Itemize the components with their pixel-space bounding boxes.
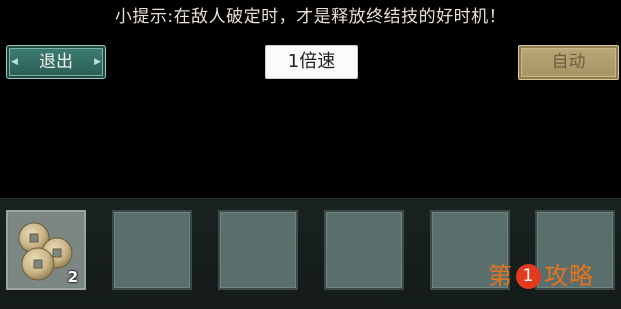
auto-button-label: 自动: [551, 52, 586, 72]
watermark-logo: 第 1 攻略: [488, 258, 594, 294]
exit-button[interactable]: ◀ 退出 ▶: [6, 45, 106, 79]
right-arrow-icon: ▶: [94, 57, 101, 67]
hint-text: 小提示:在敌人破定时，才是释放终结技的好时机！: [114, 7, 507, 27]
left-arrow-icon: ◀: [11, 57, 18, 67]
auto-button[interactable]: 自动: [518, 45, 619, 80]
speed-button-label: 1倍速: [287, 51, 336, 72]
item-slot-3[interactable]: [218, 210, 298, 290]
item-slot-2[interactable]: [112, 210, 192, 290]
item-slot-1[interactable]: 2: [6, 210, 86, 290]
watermark-prefix: 第: [488, 262, 513, 290]
item-slot-4[interactable]: [324, 210, 404, 290]
watermark-number: 1: [516, 264, 541, 289]
exit-button-label: 退出: [39, 52, 73, 72]
item-count: 2: [67, 268, 78, 286]
watermark-suffix: 攻略: [544, 262, 594, 290]
speed-button[interactable]: 1倍速: [265, 45, 358, 79]
